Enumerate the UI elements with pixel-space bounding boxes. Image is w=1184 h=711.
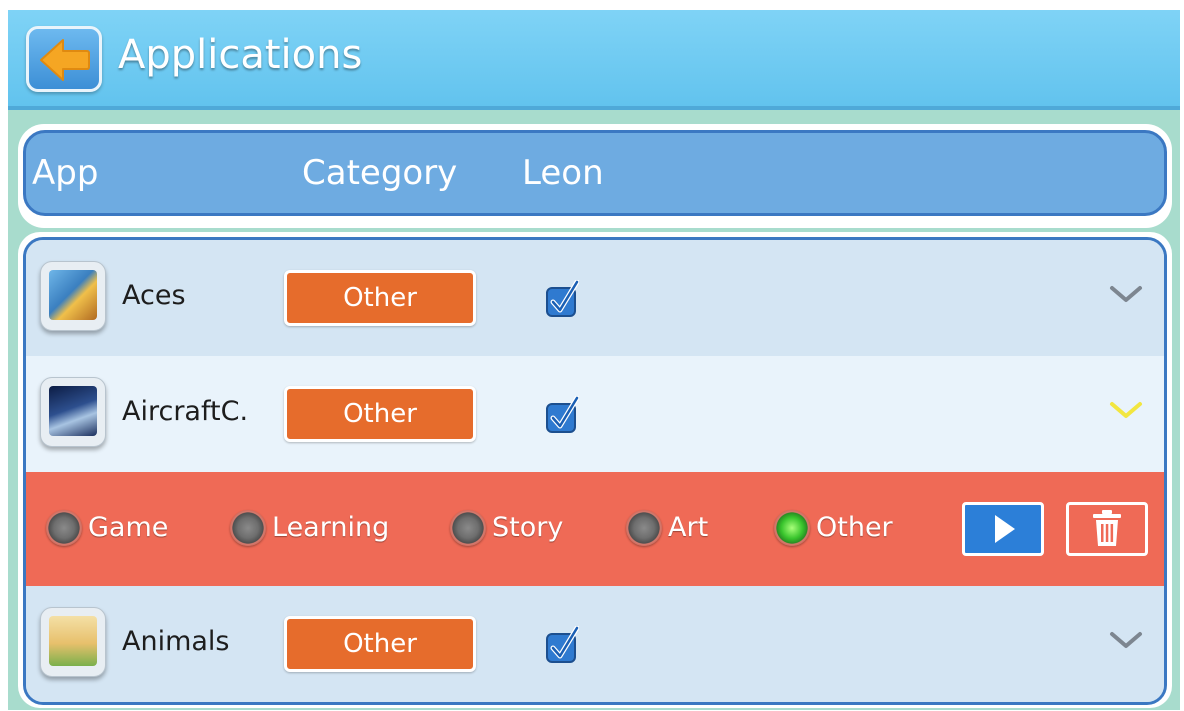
radio-unselected-icon[interactable]	[626, 510, 662, 546]
category-picker-panel: Game Learning Story Art Other	[26, 472, 1164, 586]
radio-selected-icon[interactable]	[774, 510, 810, 546]
play-icon	[995, 515, 1015, 543]
category-button[interactable]: Other	[284, 386, 476, 442]
column-header-category: Category	[302, 153, 458, 193]
trash-icon	[1093, 510, 1121, 546]
chevron-down-icon[interactable]	[1108, 282, 1144, 306]
app-name: Animals	[122, 626, 230, 657]
category-button[interactable]: Other	[284, 616, 476, 672]
column-header-card: App Category Leon	[18, 124, 1172, 228]
radio-label: Story	[492, 512, 564, 543]
app-list[interactable]: Aces Other AircraftC. Other Game Learnin…	[23, 237, 1167, 705]
back-button[interactable]	[26, 26, 102, 92]
app-frame: Applications App Category Leon Aces Othe…	[8, 10, 1180, 710]
aircraft-app-icon	[40, 377, 106, 447]
app-list-card: Aces Other AircraftC. Other Game Learnin…	[18, 232, 1172, 708]
animals-app-icon	[40, 607, 106, 677]
page-title: Applications	[118, 32, 363, 78]
chevron-down-icon[interactable]	[1108, 398, 1144, 422]
category-button[interactable]: Other	[284, 270, 476, 326]
radio-label: Art	[668, 512, 709, 543]
top-bar: Applications	[8, 10, 1180, 110]
radio-label: Learning	[272, 512, 390, 543]
checkbox-checked-icon[interactable]	[545, 396, 579, 434]
app-row-animals[interactable]: Animals Other	[26, 586, 1164, 702]
checkbox-checked-icon[interactable]	[545, 626, 579, 664]
aces-app-icon	[40, 261, 106, 331]
chevron-down-icon[interactable]	[1108, 628, 1144, 652]
radio-unselected-icon[interactable]	[450, 510, 486, 546]
app-name: Aces	[122, 280, 186, 311]
delete-button[interactable]	[1066, 502, 1148, 556]
app-row-aces[interactable]: Aces Other	[26, 240, 1164, 356]
back-arrow-icon	[40, 39, 90, 81]
column-header-bar: App Category Leon	[23, 130, 1167, 216]
radio-unselected-icon[interactable]	[230, 510, 266, 546]
column-header-app: App	[32, 153, 99, 193]
checkbox-checked-icon[interactable]	[545, 280, 579, 318]
app-row-aircraftc[interactable]: AircraftC. Other	[26, 356, 1164, 472]
radio-unselected-icon[interactable]	[46, 510, 82, 546]
play-button[interactable]	[962, 502, 1044, 556]
column-header-user: Leon	[522, 153, 604, 193]
app-name: AircraftC.	[122, 396, 249, 427]
radio-label: Game	[88, 512, 169, 543]
radio-label: Other	[816, 512, 893, 543]
